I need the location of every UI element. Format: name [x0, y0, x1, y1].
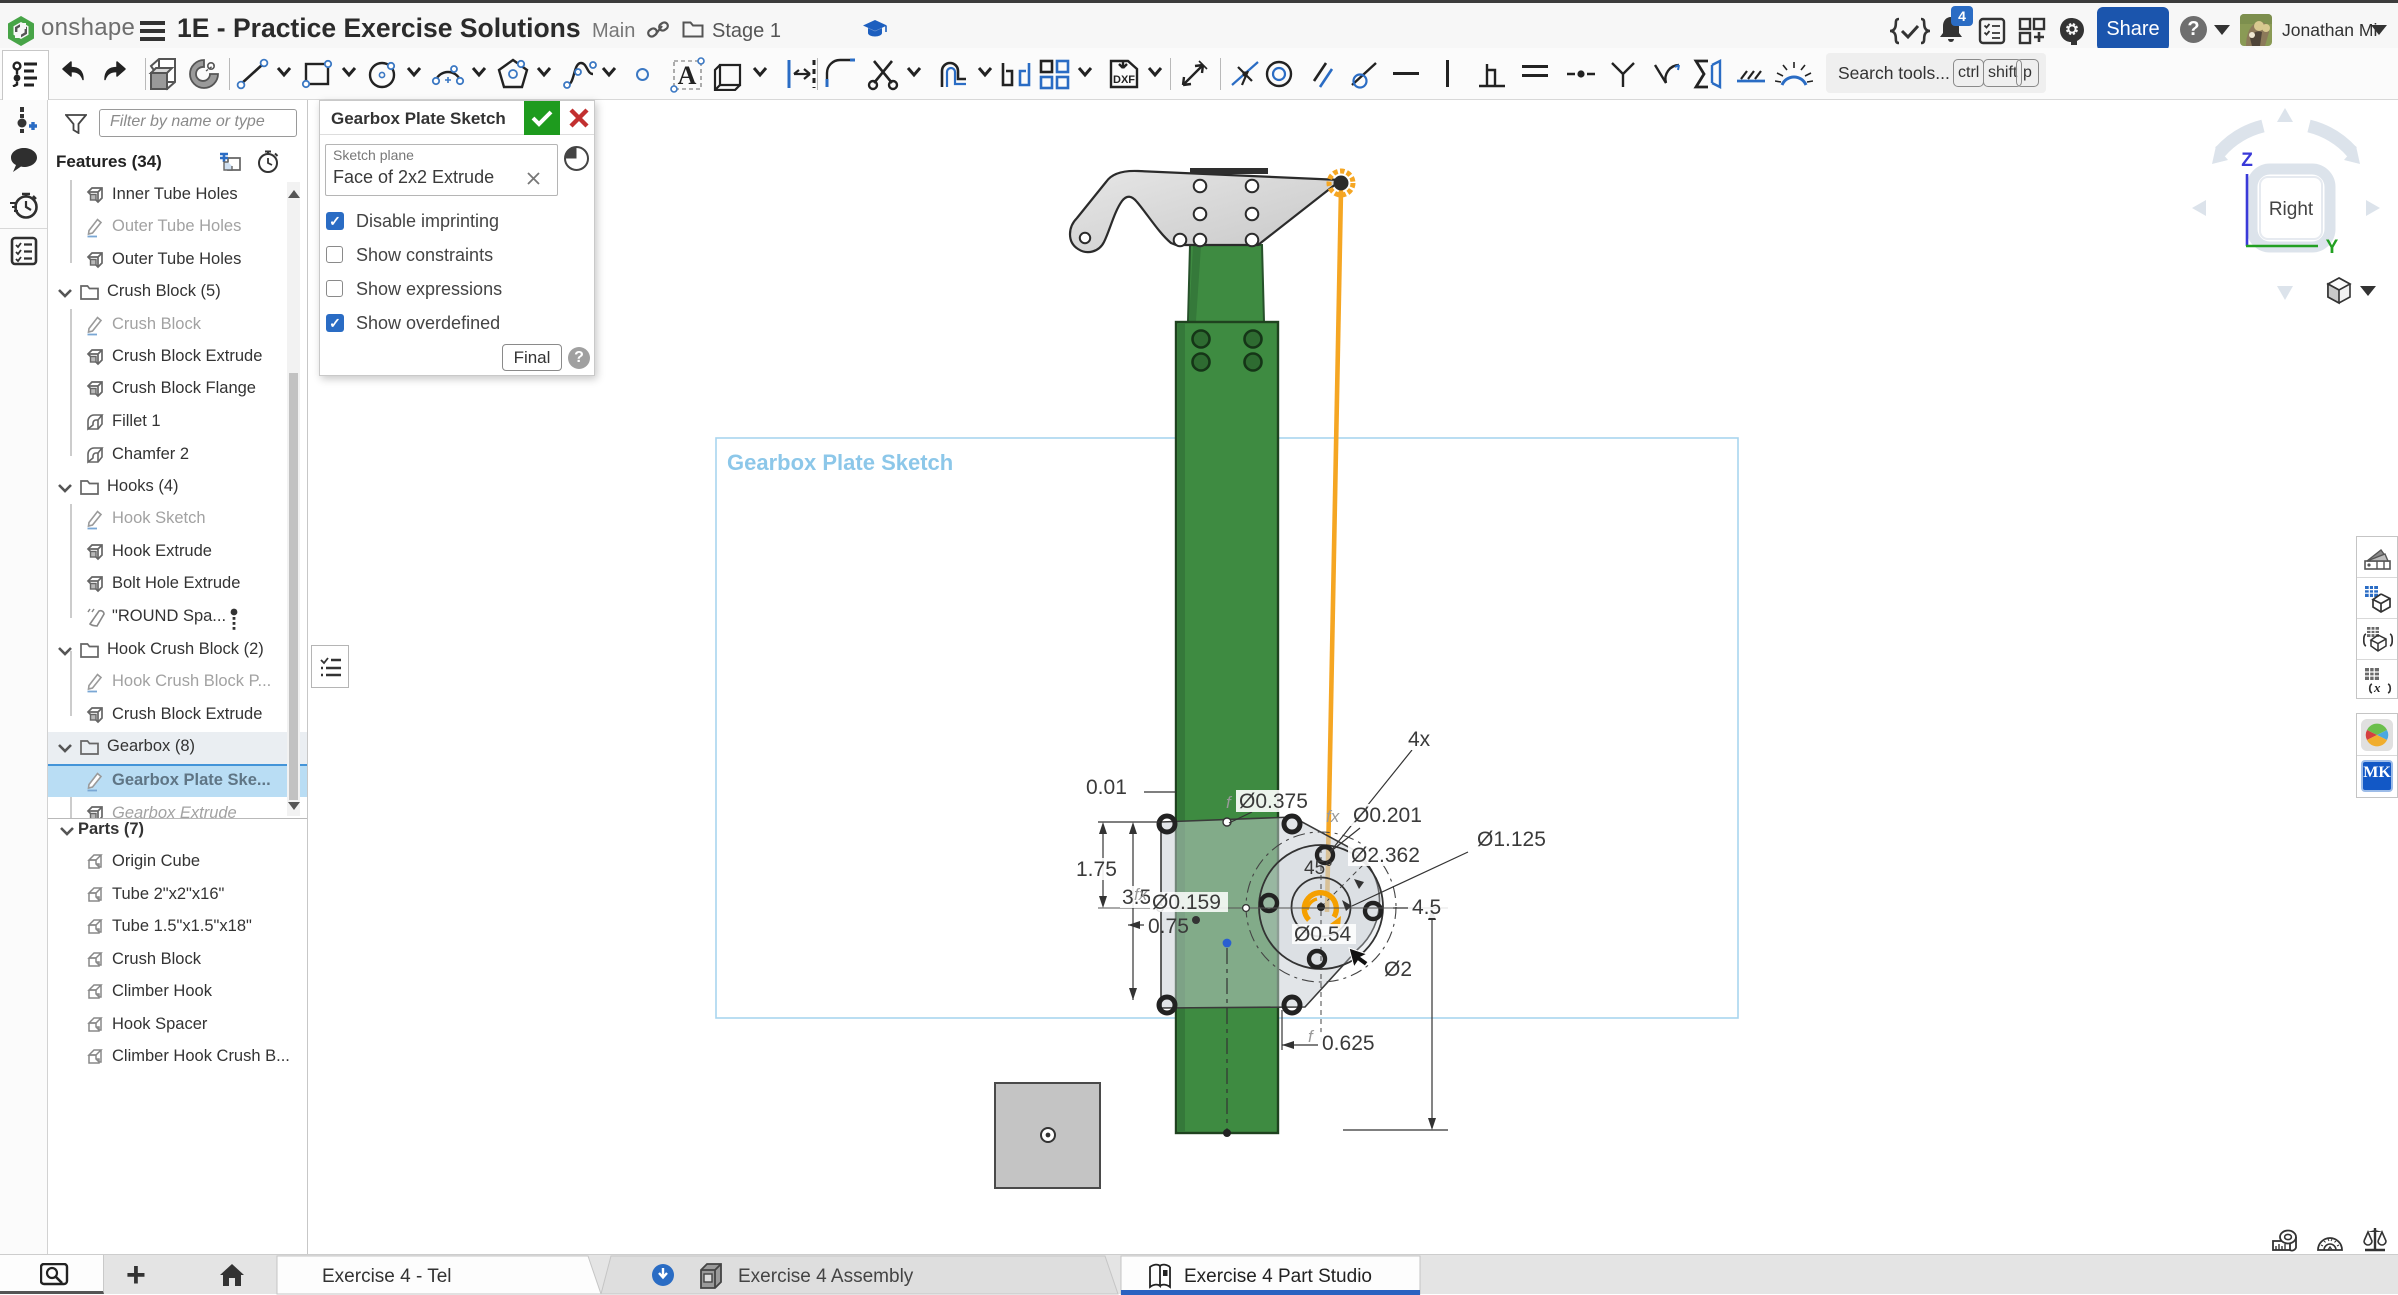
svg-text:4x: 4x: [1408, 728, 1431, 751]
svg-text:Ø1.125: Ø1.125: [1477, 828, 1546, 851]
svg-text:Exercise 4 Part Studio: Exercise 4 Part Studio: [1184, 1266, 1372, 1287]
svg-text:0.01: 0.01: [1086, 776, 1127, 799]
svg-text:Y: Y: [2326, 237, 2339, 258]
svg-text:Exercise 4 Assembly: Exercise 4 Assembly: [738, 1266, 914, 1287]
svg-text:4.5: 4.5: [1412, 896, 1441, 919]
svg-text:0.625: 0.625: [1322, 1032, 1375, 1055]
svg-text:45°: 45°: [1304, 858, 1333, 879]
svg-text:Ø2.362: Ø2.362: [1351, 844, 1420, 867]
svg-text:0.75: 0.75: [1148, 915, 1189, 938]
svg-text:x: x: [2373, 680, 2381, 694]
svg-text:fx: fx: [1326, 807, 1340, 826]
svg-text:Ø0.159: Ø0.159: [1152, 891, 1221, 914]
svg-text:Right: Right: [2269, 199, 2314, 220]
svg-text:Ø0.54: Ø0.54: [1294, 923, 1352, 946]
svg-text:f: f: [1308, 1027, 1315, 1046]
svg-text:Ø0.201: Ø0.201: [1353, 804, 1422, 827]
svg-text:Ø0.375: Ø0.375: [1239, 790, 1308, 813]
svg-text:fx: fx: [1134, 885, 1148, 904]
svg-text:Z: Z: [2241, 150, 2253, 171]
svg-text:A: A: [678, 61, 697, 90]
svg-text:Ø2: Ø2: [1384, 958, 1412, 981]
svg-text:Gearbox Plate Sketch: Gearbox Plate Sketch: [727, 450, 953, 475]
svg-text:1.75: 1.75: [1076, 858, 1117, 881]
svg-text:DXF: DXF: [1113, 74, 1135, 86]
svg-text:Exercise 4 - Tel: Exercise 4 - Tel: [322, 1266, 452, 1287]
